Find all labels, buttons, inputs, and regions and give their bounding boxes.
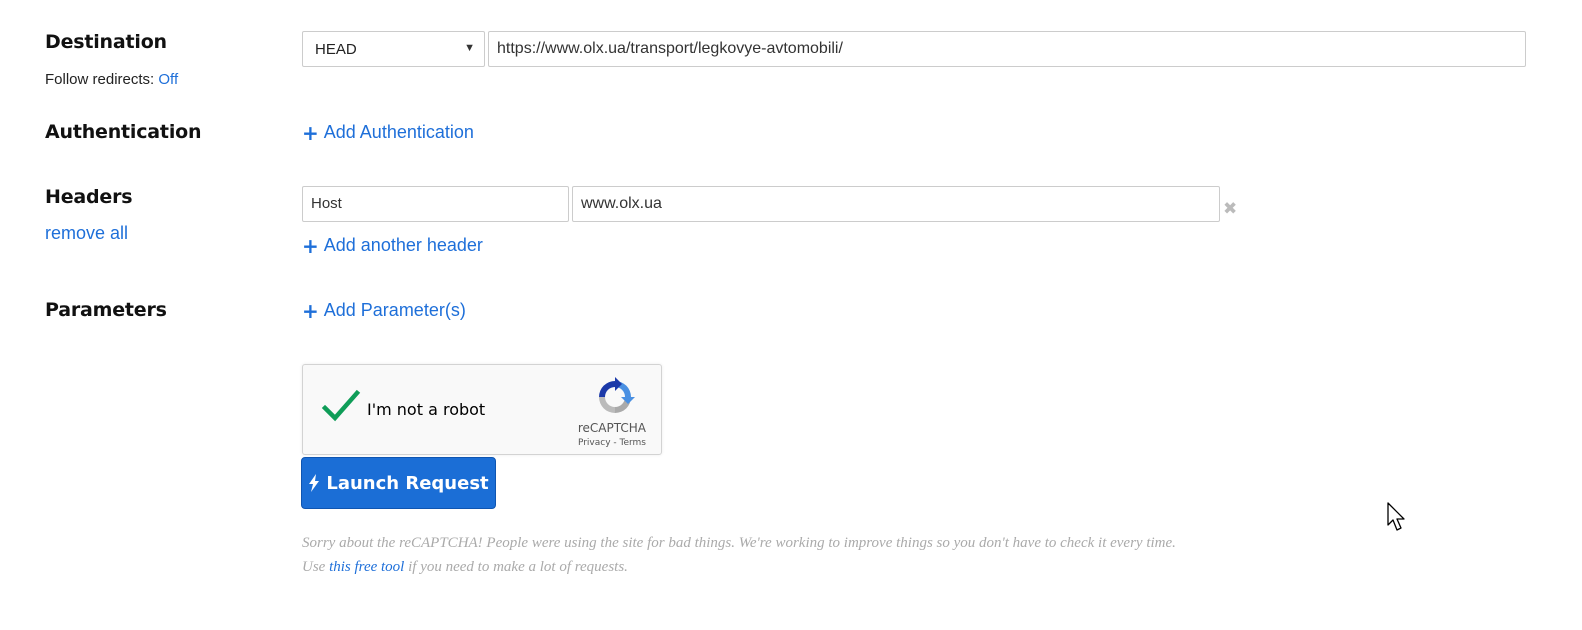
add-parameter-label: Add Parameter(s) [323, 300, 466, 320]
chevron-down-icon: ▼ [464, 42, 475, 54]
method-value: HEAD [315, 41, 357, 58]
remove-all-headers-link[interactable]: remove all [45, 223, 128, 244]
follow-redirects: Follow redirects: Off [45, 71, 178, 88]
headers-label: Headers [45, 186, 133, 208]
free-tool-link[interactable]: this free tool [329, 559, 404, 575]
launch-request-label: Launch Request [326, 472, 489, 494]
url-input[interactable]: https://www.olx.ua/transport/legkovye-av… [488, 31, 1526, 67]
header-value-input[interactable]: www.olx.ua [572, 186, 1220, 222]
plus-icon: + [302, 233, 319, 258]
add-authentication-label: Add Authentication [323, 122, 474, 142]
mouse-cursor-icon [1387, 502, 1405, 531]
parameters-label: Parameters [45, 299, 167, 321]
plus-icon: + [302, 120, 319, 145]
add-header-label: Add another header [323, 235, 483, 255]
recaptcha-widget: I'm not a robot reCAPTCHA Privacy - Term… [302, 364, 662, 455]
remove-header-icon[interactable]: ✖ [1223, 199, 1237, 219]
note-prefix: Use [302, 559, 326, 575]
method-select[interactable]: HEAD ▼ [302, 31, 485, 67]
plus-icon: + [302, 298, 319, 323]
launch-request-button[interactable]: Launch Request [301, 457, 496, 509]
add-header-link[interactable]: + Add another header [302, 235, 483, 256]
lightning-icon [309, 474, 320, 492]
destination-label: Destination [45, 31, 167, 53]
recaptcha-logo-icon [599, 377, 635, 413]
recaptcha-brand: reCAPTCHA [577, 421, 646, 435]
captcha-note-line1: Sorry about the reCAPTCHA! People were u… [302, 535, 1176, 551]
checkmark-icon[interactable] [321, 387, 361, 427]
recaptcha-label: I'm not a robot [367, 400, 486, 419]
recaptcha-legal-links[interactable]: Privacy - Terms [578, 438, 646, 448]
follow-redirects-toggle[interactable]: Off [158, 71, 178, 88]
authentication-label: Authentication [45, 121, 202, 143]
follow-redirects-label: Follow redirects: [45, 71, 155, 88]
header-name-input[interactable]: Host [302, 186, 569, 222]
add-parameter-link[interactable]: + Add Parameter(s) [302, 300, 466, 321]
add-authentication-link[interactable]: + Add Authentication [302, 122, 474, 143]
note-suffix: if you need to make a lot of requests. [408, 559, 628, 575]
captcha-note-line2: Use this free tool if you need to make a… [302, 559, 628, 576]
